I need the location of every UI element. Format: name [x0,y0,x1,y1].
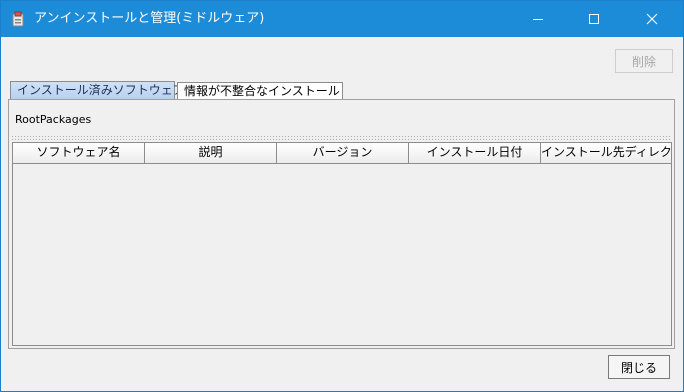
tab-panel: RootPackages ソフトウェア名 説明 バージョン インストール日付 イ… [8,99,675,349]
column-header-description[interactable]: 説明 [145,143,277,163]
column-header-version[interactable]: バージョン [277,143,409,163]
tab-installed-software[interactable]: インストール済みソフトウェア [10,81,185,99]
tab-inconsistent-installs[interactable]: 情報が不整合なインストール [177,82,343,99]
root-packages-label: RootPackages [15,113,92,126]
window-client-area: 削除 インストール済みソフトウェア 情報が不整合なインストール RootPack… [1,37,683,391]
splitter-handle[interactable] [11,135,672,140]
maximize-icon [589,14,599,24]
minimize-icon [533,19,543,20]
table-header: ソフトウェア名 説明 バージョン インストール日付 インストール先ディレクト… [13,143,671,164]
maximize-button[interactable] [571,1,617,37]
close-button[interactable]: 閉じる [608,355,670,379]
installer-icon [11,11,25,27]
window-title: アンインストールと管理(ミドルウェア) [34,11,265,26]
column-header-install-date[interactable]: インストール日付 [409,143,541,163]
software-table: ソフトウェア名 説明 バージョン インストール日付 インストール先ディレクト… [12,142,672,346]
close-window-button[interactable] [629,1,675,37]
title-bar[interactable]: アンインストールと管理(ミドルウェア) [1,1,683,37]
close-icon [646,13,658,25]
minimize-button[interactable] [515,1,561,37]
delete-button[interactable]: 削除 [615,49,673,73]
app-window: アンインストールと管理(ミドルウェア) 削除 インストール済みソフトウェア 情報… [0,0,684,392]
column-header-software-name[interactable]: ソフトウェア名 [13,143,145,163]
column-header-install-directory[interactable]: インストール先ディレクト… [541,143,671,163]
